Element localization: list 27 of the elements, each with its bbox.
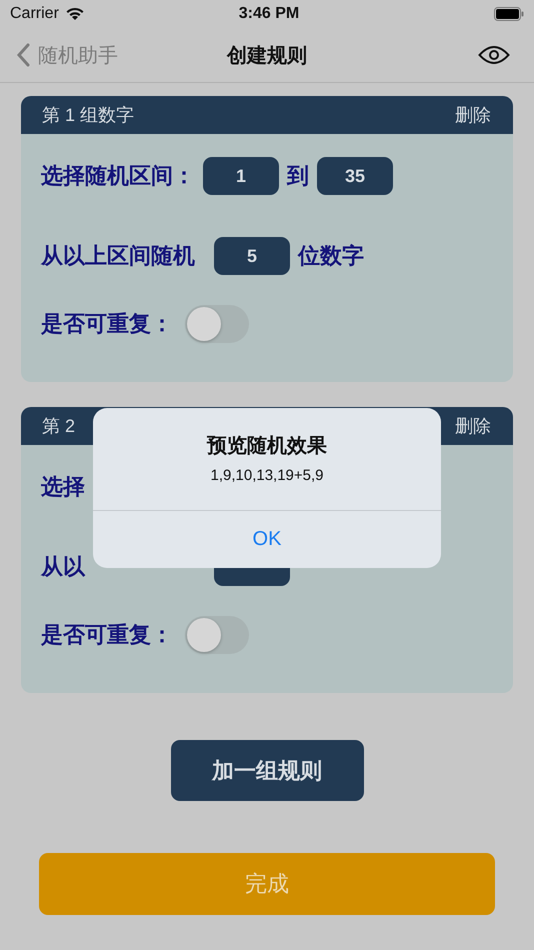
range-to-field[interactable]: 35 (317, 157, 393, 195)
repeat-label: 是否可重复： (41, 621, 173, 649)
battery-icon (494, 7, 524, 21)
count-label: 从以上区间随机 (41, 242, 196, 270)
repeat-label: 是否可重复： (41, 310, 173, 338)
range-label: 选择 (41, 473, 85, 501)
back-chevron-icon[interactable] (16, 43, 30, 67)
to-label: 到 (287, 162, 309, 190)
range-from-field[interactable]: 1 (203, 157, 279, 195)
delete-link[interactable]: 删除 (455, 103, 491, 127)
count-label: 从以 (41, 553, 86, 581)
alert-message: 1,9,10,13,19+5,9 (210, 467, 324, 484)
repeat-toggle[interactable] (185, 305, 249, 343)
range-label: 选择随机区间： (41, 162, 195, 190)
nav-title: 创建规则 (227, 44, 307, 68)
delete-link[interactable]: 删除 (455, 414, 491, 438)
group-title: 第 2 (42, 415, 76, 438)
repeat-toggle[interactable] (185, 616, 249, 654)
eye-icon[interactable] (478, 45, 510, 65)
wifi-icon (64, 7, 85, 21)
group-title: 第 1 组数字 (42, 104, 134, 127)
add-rule-button[interactable]: 加一组规则 (170, 740, 364, 801)
count-field[interactable]: 5 (214, 237, 290, 275)
alert-title: 预览随机效果 (207, 434, 327, 459)
carrier-label: Carrier (10, 5, 59, 23)
unit-label: 位数字 (298, 242, 364, 270)
status-time: 3:46 PM (238, 5, 300, 23)
